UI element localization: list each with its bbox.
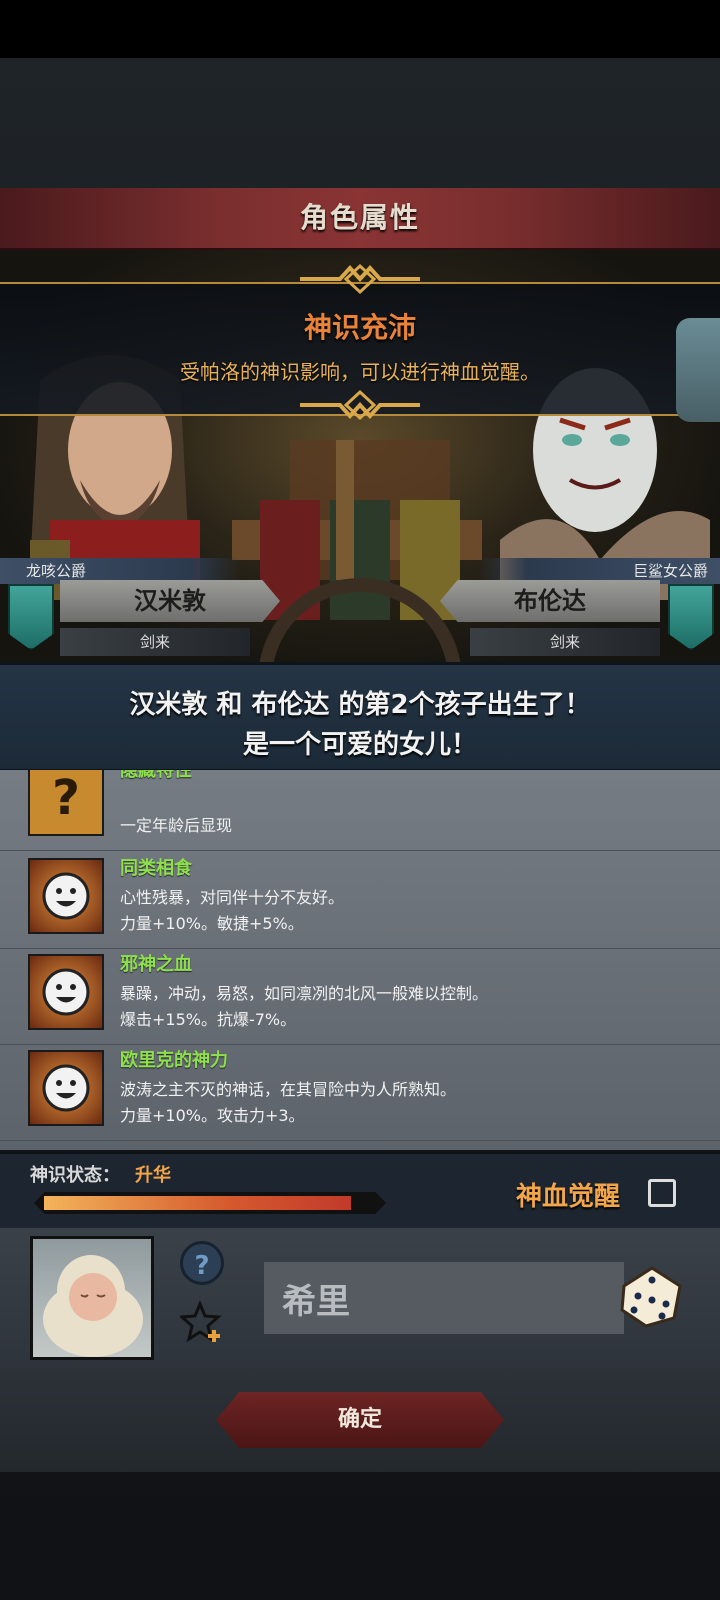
- trait-effect: 一定年龄后显现: [120, 816, 233, 835]
- mother-class: 剑来: [470, 628, 660, 656]
- trait-item[interactable]: 欧里克的神力 波涛之主不灭的神话，在其冒险中为人所熟知。 力量+10%。攻击力+…: [0, 1042, 720, 1141]
- trait-item[interactable]: 邪神之血 暴躁，冲动，易怒，如同凛冽的北风一般难以控制。 爆击+15%。抗爆-7…: [0, 946, 720, 1045]
- father-class: 剑来: [60, 628, 250, 656]
- divine-status-value: 升华: [135, 1165, 171, 1186]
- trait-name: 欧里克的神力: [120, 1050, 228, 1071]
- smiley-icon: [28, 1050, 104, 1126]
- divine-progress-fill: [44, 1196, 352, 1210]
- smiley-icon: [28, 858, 104, 934]
- trait-description: 波涛之主不灭的神话，在其冒险中为人所熟知。: [120, 1080, 457, 1099]
- trait-effect: 力量+10%。攻击力+3。: [120, 1106, 305, 1125]
- divine-status-label: 神识状态：: [30, 1165, 120, 1186]
- confirm-button[interactable]: 确定: [216, 1392, 504, 1448]
- banner-description: 受帕洛的神识影响，可以进行神血觉醒。: [180, 360, 540, 384]
- page-title: 角色属性: [299, 201, 420, 234]
- trait-description: 暴躁，冲动，易怒，如同凛冽的北风一般难以控制。: [120, 984, 489, 1003]
- trait-name: 隐藏特性: [120, 770, 192, 781]
- smiley-icon: [28, 954, 104, 1030]
- side-tab-button[interactable]: [676, 318, 720, 422]
- svg-text:?: ?: [52, 770, 80, 826]
- awaken-checkbox[interactable]: [648, 1179, 676, 1207]
- bottom-ornament-icon: [300, 389, 420, 421]
- trait-effect: 力量+10%。敏捷+5%。: [120, 914, 304, 933]
- help-button[interactable]: ?: [180, 1241, 224, 1285]
- trait-description: 心性残暴，对同伴十分不友好。: [120, 888, 345, 907]
- trait-list[interactable]: ? 隐藏特性 一定年龄后显现 同类相食 心性残暴，对同伴十分不友好。 力量+10…: [0, 770, 720, 1150]
- dice-icon[interactable]: [616, 1258, 688, 1330]
- announcement-line-2: 是一个可爱的女儿！: [242, 730, 477, 760]
- top-ornament-icon: [300, 263, 420, 295]
- status-bar-top: [0, 0, 720, 58]
- question-icon: ?: [28, 770, 104, 836]
- question-mark-icon: ?: [194, 1251, 210, 1281]
- mother-name: 布伦达: [440, 580, 660, 622]
- awaken-label: 神血觉醒: [516, 1182, 621, 1212]
- favorite-star-icon[interactable]: [180, 1300, 224, 1344]
- announcement-line-1: 汉米敦 和 布伦达 的第2个孩子出生了！: [129, 690, 591, 720]
- trait-effect: 爆击+15%。抗爆-7%。: [120, 1010, 297, 1029]
- banner-title: 神识充沛: [303, 311, 416, 344]
- trait-item[interactable]: 同类相食 心性残暴，对同伴十分不友好。 力量+10%。敏捷+5%。: [0, 850, 720, 949]
- trait-name: 同类相食: [120, 858, 192, 879]
- child-name-input[interactable]: [264, 1262, 624, 1334]
- trait-name: 邪神之血: [120, 954, 192, 975]
- child-avatar[interactable]: [30, 1236, 154, 1360]
- trait-item[interactable]: ? 隐藏特性 一定年龄后显现: [0, 770, 720, 851]
- father-name: 汉米敦: [60, 580, 280, 622]
